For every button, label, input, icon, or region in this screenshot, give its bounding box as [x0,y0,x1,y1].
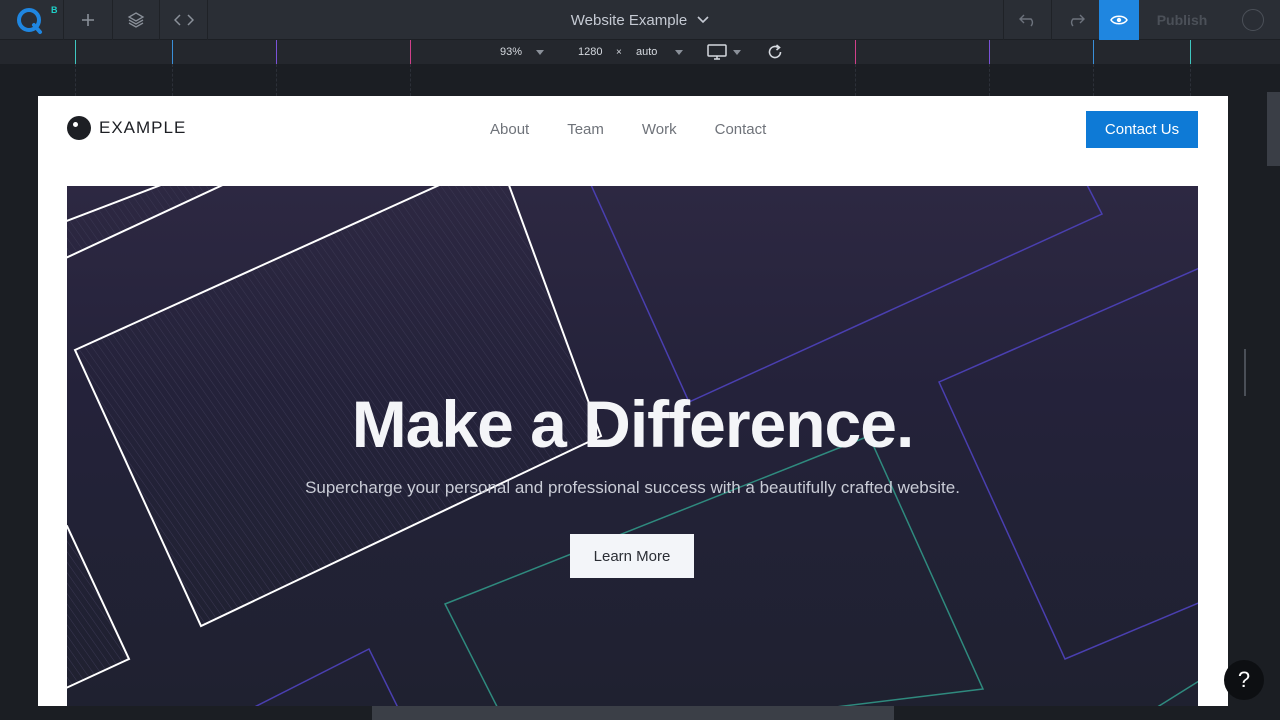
desktop-icon [707,44,727,60]
add-button[interactable] [64,0,113,40]
breakpoint-guide [410,40,411,64]
site-logo-text: EXAMPLE [99,118,187,137]
app-logo[interactable]: B [0,0,64,40]
site-logo[interactable]: EXAMPLE [67,116,186,140]
nav-link-work[interactable]: Work [642,121,677,138]
site-selector[interactable]: Website Example [530,0,750,40]
layers-icon [127,12,145,28]
account-button[interactable] [1225,0,1280,40]
plus-icon [82,14,94,26]
nav-link-contact[interactable]: Contact [715,121,767,138]
guide-line [1190,64,1192,96]
breakpoint-guide [855,40,856,64]
breakpoint-guide [1093,40,1094,64]
refresh-icon [768,44,782,59]
viewport-height-value: auto [636,46,658,58]
logo-circle-icon [67,116,91,140]
hero-subtitle: Supercharge your personal and profession… [305,478,960,497]
account-icon [1241,9,1264,31]
vertical-scrollbar-thumb[interactable] [1267,92,1280,166]
breakpoint-guide [75,40,76,64]
guide-line [75,64,77,96]
breakpoint-guide [172,40,173,64]
app-logo-superscript: B [51,5,58,15]
page-preview: EXAMPLE About Team Work Contact Contact … [38,96,1228,706]
redo-icon [1070,14,1085,27]
undo-button[interactable] [1003,0,1051,40]
caret-down-icon [733,49,741,55]
eye-icon [1110,15,1128,25]
caret-down-icon [536,49,545,55]
code-icon [173,14,194,26]
help-icon: ? [1237,667,1251,692]
undo-icon [1018,14,1033,27]
breakpoint-guide [989,40,990,64]
chevron-down-icon [697,16,709,24]
horizontal-scrollbar-thumb[interactable] [372,706,894,720]
guide-line [855,64,857,96]
site-title: Website Example [570,11,688,29]
nav-link-team[interactable]: Team [567,121,604,138]
resize-handle[interactable] [1244,349,1246,396]
guide-line [276,64,278,96]
refresh-button[interactable] [767,40,783,64]
help-button[interactable]: ? [1224,660,1264,700]
learn-more-button[interactable]: Learn More [570,534,694,578]
device-select[interactable] [707,40,741,64]
zoom-select[interactable]: 93% [500,40,545,64]
viewport-height-select[interactable]: auto [636,40,684,64]
app-logo-icon [16,8,42,34]
breakpoint-guide [1190,40,1191,64]
dimension-separator: × [616,46,622,58]
redo-button[interactable] [1051,0,1099,40]
nav-link-about[interactable]: About [490,121,529,138]
contact-us-button[interactable]: Contact Us [1086,111,1198,148]
guide-line [172,64,174,96]
code-button[interactable] [160,0,208,40]
zoom-value: 93% [500,46,523,58]
caret-down-icon [675,49,684,55]
guide-line [989,64,991,96]
viewport-width-input[interactable]: 1280 [578,40,602,64]
hero-title: Make a Difference. [351,387,915,461]
site-nav: About Team Work Contact [490,121,804,138]
publish-button[interactable]: Publish [1139,0,1225,40]
layers-button[interactable] [113,0,160,40]
top-toolbar: B Website Example Publish [0,0,1280,40]
guide-line [410,64,412,96]
preview-button[interactable] [1099,0,1139,40]
guide-line [1093,64,1095,96]
hero-section: Make a Difference. Supercharge your pers… [67,186,1198,706]
breakpoint-guide [276,40,277,64]
